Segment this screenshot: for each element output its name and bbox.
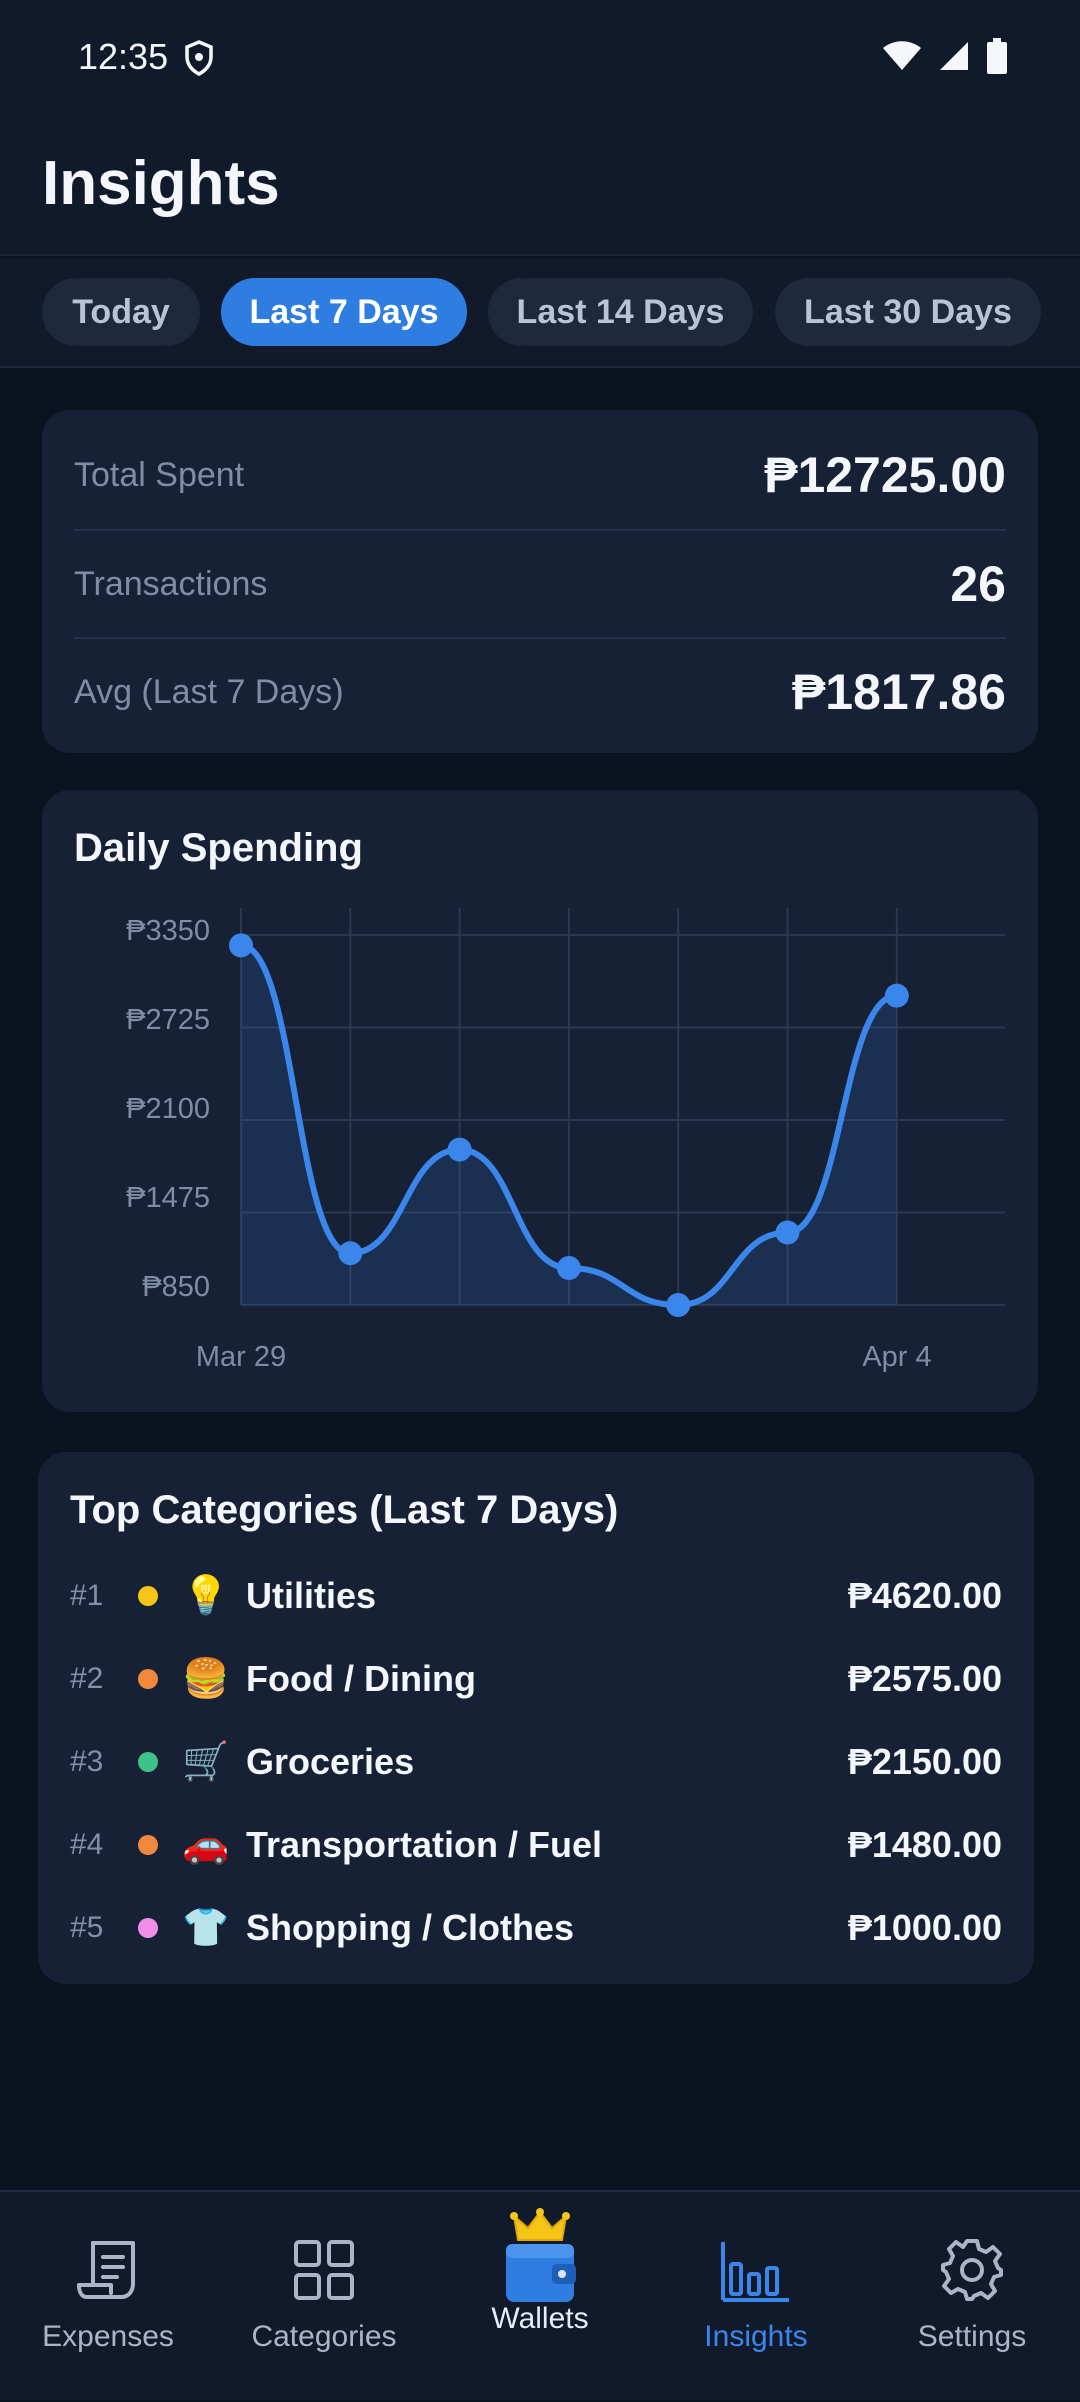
bar-chart-icon xyxy=(721,2232,791,2308)
daily-spending-card: Daily Spending ₱3350 ₱2725 ₱2100 ₱1475 ₱… xyxy=(42,790,1038,1412)
wallet-crown-icon xyxy=(498,2208,582,2308)
y-tick-label: ₱3350 xyxy=(126,915,210,947)
status-time: 12:35 xyxy=(78,36,169,77)
status-bar: 12:35 xyxy=(0,0,1080,118)
data-point[interactable] xyxy=(556,1256,581,1280)
nav-insights[interactable]: Insights xyxy=(648,2192,864,2402)
category-row[interactable]: #2 🍔 Food / Dining ₱2575.00 xyxy=(70,1649,1002,1709)
category-name: Food / Dining xyxy=(246,1658,476,1699)
category-amount: ₱1000.00 xyxy=(847,1907,1002,1948)
category-color-dot xyxy=(138,1586,158,1606)
category-color-dot xyxy=(138,1752,158,1772)
transactions-value: 26 xyxy=(950,556,1006,612)
category-color-dot xyxy=(138,1669,158,1689)
data-point[interactable] xyxy=(338,1241,363,1266)
data-point[interactable] xyxy=(229,933,253,958)
category-row[interactable]: #5 👕 Shopping / Clothes ₱1000.00 xyxy=(70,1898,1002,1958)
tshirt-icon: 👕 xyxy=(182,1907,230,1949)
category-amount: ₱1480.00 xyxy=(847,1824,1002,1865)
avg-label: Avg (Last 7 Days) xyxy=(74,672,344,711)
avg-row: Avg (Last 7 Days) ₱1817.86 xyxy=(74,637,1006,745)
nav-label: Settings xyxy=(917,2320,1027,2353)
avg-value: ₱1817.86 xyxy=(791,664,1006,720)
category-amount: ₱2575.00 xyxy=(847,1658,1002,1699)
shopping-cart-icon: 🛒 xyxy=(182,1741,230,1783)
car-icon: 🚗 xyxy=(182,1824,230,1866)
category-row[interactable]: #4 🚗 Transportation / Fuel ₱1480.00 xyxy=(70,1815,1002,1875)
signal-icon xyxy=(940,42,968,70)
x-tick-label-start: Mar 29 xyxy=(196,1341,286,1373)
category-name: Utilities xyxy=(246,1575,377,1616)
receipt-icon xyxy=(73,2232,143,2308)
data-point[interactable] xyxy=(666,1293,691,1317)
top-categories-card: Top Categories (Last 7 Days) #1 💡 Utilit… xyxy=(38,1452,1034,1984)
category-name: Groceries xyxy=(246,1741,415,1782)
burger-icon: 🍔 xyxy=(182,1658,230,1700)
tab-last-14-days[interactable]: Last 14 Days xyxy=(488,278,753,346)
nav-expenses[interactable]: Expenses xyxy=(0,2192,216,2402)
total-spent-label: Total Spent xyxy=(74,455,245,494)
category-rank: #2 xyxy=(70,1662,104,1695)
y-axis-labels: ₱3350 ₱2725 ₱2100 ₱1475 ₱850 xyxy=(126,915,210,1303)
category-rank: #3 xyxy=(70,1745,104,1778)
data-point[interactable] xyxy=(447,1137,472,1162)
total-spent-value: ₱12725.00 xyxy=(764,447,1006,503)
transactions-row: Transactions 26 xyxy=(74,529,1006,637)
transactions-label: Transactions xyxy=(74,564,268,603)
y-tick-label: ₱2725 xyxy=(126,1004,210,1036)
tab-today[interactable]: Today xyxy=(42,278,200,346)
nav-label: Insights xyxy=(704,2320,808,2353)
category-name: Shopping / Clothes xyxy=(246,1907,574,1948)
nav-label: Wallets xyxy=(491,2302,589,2335)
category-color-dot xyxy=(138,1918,158,1938)
daily-spending-chart: ₱3350 ₱2725 ₱2100 ₱1475 ₱850 Mar 29 Apr … xyxy=(126,908,1005,1373)
battery-icon xyxy=(987,38,1007,74)
nav-label: Categories xyxy=(251,2320,397,2353)
tab-last-7-days[interactable]: Last 7 Days xyxy=(221,278,467,346)
period-tabs: Today Last 7 Days Last 14 Days Last 30 D… xyxy=(0,258,1080,368)
nav-wallets[interactable]: Wallets xyxy=(432,2192,648,2402)
y-tick-label: ₱850 xyxy=(142,1271,210,1303)
nav-label: Expenses xyxy=(42,2320,174,2353)
category-name: Transportation / Fuel xyxy=(246,1824,603,1865)
tab-last-30-days[interactable]: Last 30 Days xyxy=(775,278,1041,346)
total-spent-row: Total Spent ₱12725.00 xyxy=(74,421,1006,529)
x-tick-label-end: Apr 4 xyxy=(862,1341,931,1373)
categories-title: Top Categories (Last 7 Days) xyxy=(70,1488,619,1532)
category-amount: ₱4620.00 xyxy=(847,1575,1002,1616)
lightbulb-icon: 💡 xyxy=(182,1575,230,1617)
category-rank: #4 xyxy=(70,1828,104,1861)
app-header: Insights xyxy=(0,118,1080,256)
data-point[interactable] xyxy=(775,1220,800,1245)
y-tick-label: ₱2100 xyxy=(126,1093,210,1125)
shield-icon xyxy=(185,40,213,76)
grid-icon xyxy=(292,2232,356,2308)
category-row[interactable]: #1 💡 Utilities ₱4620.00 xyxy=(70,1566,1002,1626)
data-point[interactable] xyxy=(884,983,909,1008)
category-rank: #1 xyxy=(70,1579,104,1612)
nav-settings[interactable]: Settings xyxy=(864,2192,1080,2402)
nav-categories[interactable]: Categories xyxy=(216,2192,432,2402)
y-tick-label: ₱1475 xyxy=(126,1182,210,1214)
category-row[interactable]: #3 🛒 Groceries ₱2150.00 xyxy=(70,1732,1002,1792)
summary-card: Total Spent ₱12725.00 Transactions 26 Av… xyxy=(42,410,1038,753)
bottom-nav: Expenses Categories Wallets Insights Set… xyxy=(0,2190,1080,2400)
page-title: Insights xyxy=(42,149,280,218)
category-rank: #5 xyxy=(70,1911,104,1944)
status-icons xyxy=(882,38,1008,74)
gear-icon xyxy=(939,2232,1005,2308)
category-color-dot xyxy=(138,1835,158,1855)
wifi-icon xyxy=(883,41,921,70)
category-amount: ₱2150.00 xyxy=(847,1741,1002,1782)
